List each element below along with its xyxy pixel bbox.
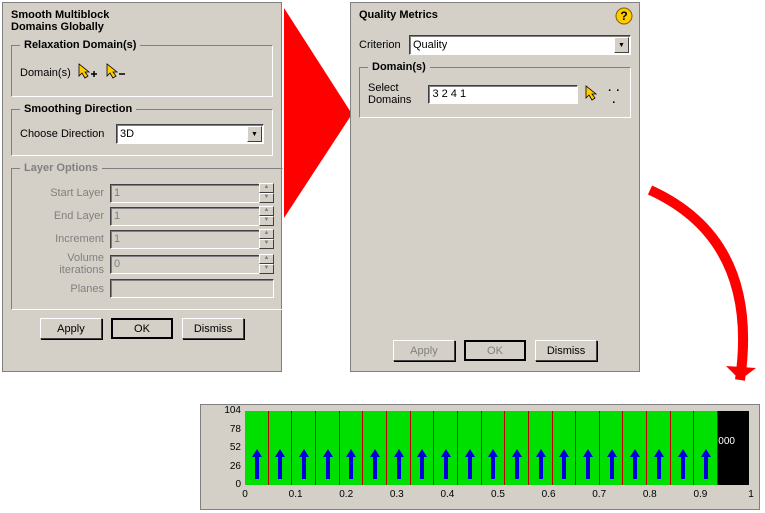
- flow-arrow-curve-icon: [640, 180, 765, 410]
- help-icon[interactable]: ?: [615, 7, 633, 28]
- bar-arrow-icon: [607, 449, 617, 479]
- x-tick: 0.7: [592, 489, 606, 500]
- y-tick: 0: [211, 479, 241, 490]
- smooth-multiblock-panel: Smooth Multiblock Domains Globally Relax…: [2, 2, 282, 372]
- x-tick: 1: [748, 489, 754, 500]
- smoothing-direction-group: Smoothing Direction Choose Direction 3D …: [11, 103, 273, 156]
- dismiss-button[interactable]: Dismiss: [182, 318, 244, 339]
- choose-direction-label: Choose Direction: [20, 128, 116, 140]
- increment-spin: ▲▼: [259, 229, 274, 249]
- x-tick: 0.2: [339, 489, 353, 500]
- panel-title: Smooth Multiblock Domains Globally: [11, 9, 273, 33]
- bar-arrow-icon: [488, 449, 498, 479]
- layer-options-legend: Layer Options: [20, 162, 102, 174]
- relaxation-legend: Relaxation Domain(s): [20, 39, 140, 51]
- domains-label: Domain(s): [20, 67, 71, 79]
- layer-options-group: Layer Options Start Layer ▲▼ End Layer ▲…: [11, 162, 283, 310]
- y-tick: 104: [211, 405, 241, 416]
- smoothing-legend: Smoothing Direction: [20, 103, 136, 115]
- x-tick: 0.4: [440, 489, 454, 500]
- svg-text:?: ?: [620, 9, 627, 23]
- bar-arrow-icon: [536, 449, 546, 479]
- bar-arrow-icon: [417, 449, 427, 479]
- bar-arrow-icon: [559, 449, 569, 479]
- bar-arrow-icon: [465, 449, 475, 479]
- end-layer-spin: ▲▼: [259, 206, 274, 226]
- quality-metrics-panel: Quality Metrics ? Criterion Quality ▼ Do…: [350, 2, 640, 372]
- bar-arrow-icon: [441, 449, 451, 479]
- bar-arrow-icon: [583, 449, 593, 479]
- x-tick: 0.5: [491, 489, 505, 500]
- cursor-remove-icon[interactable]: [105, 62, 127, 83]
- vol-iter-label: Volume iterations: [20, 252, 110, 276]
- y-tick: 52: [211, 442, 241, 453]
- direction-select[interactable]: 3D ▼: [116, 124, 264, 144]
- cursor-pick-icon[interactable]: [584, 84, 604, 105]
- more-button[interactable]: . . .: [606, 82, 622, 106]
- relaxation-domains-group: Relaxation Domain(s) Domain(s): [11, 39, 273, 97]
- bar-arrow-icon: [630, 449, 640, 479]
- criterion-label: Criterion: [359, 39, 409, 51]
- x-tick: 0.3: [390, 489, 404, 500]
- bar-arrow-icon: [299, 449, 309, 479]
- chevron-down-icon[interactable]: ▼: [614, 37, 629, 53]
- planes-label: Planes: [20, 283, 110, 295]
- end-layer-field: [110, 207, 260, 226]
- vol-iter-field: [110, 255, 260, 274]
- bar-arrow-icon: [252, 449, 262, 479]
- y-tick: 26: [211, 461, 241, 472]
- planes-field: [110, 279, 274, 298]
- right-button-row: Apply OK Dismiss: [351, 340, 639, 361]
- criterion-select[interactable]: Quality ▼: [409, 35, 631, 55]
- apply-button: Apply: [393, 340, 455, 361]
- select-domains-field[interactable]: [428, 85, 578, 104]
- bar-arrow-icon: [512, 449, 522, 479]
- chart-plot-area: Num = 322000 Min = 0 Max = 1: [245, 411, 749, 485]
- bar-arrow-icon: [678, 449, 688, 479]
- panel-title: Quality Metrics: [359, 9, 631, 21]
- start-layer-field: [110, 184, 260, 203]
- domains-group: Domain(s) Select Domains . . .: [359, 61, 631, 118]
- apply-button[interactable]: Apply: [40, 318, 102, 339]
- bar-arrow-icon: [701, 449, 711, 479]
- flow-arrow-right-icon: [280, 4, 356, 224]
- bar-arrow-icon: [370, 449, 380, 479]
- bar-arrow-icon: [346, 449, 356, 479]
- start-layer-label: Start Layer: [20, 187, 110, 199]
- x-tick: 0.8: [643, 489, 657, 500]
- ok-button[interactable]: OK: [111, 318, 173, 339]
- x-tick: 0.6: [542, 489, 556, 500]
- bar-arrow-icon: [394, 449, 404, 479]
- vol-iter-spin: ▲▼: [259, 254, 274, 274]
- increment-field: [110, 230, 260, 249]
- bar-arrow-icon: [654, 449, 664, 479]
- bar-arrow-icon: [323, 449, 333, 479]
- start-layer-spin: ▲▼: [259, 183, 274, 203]
- y-tick: 78: [211, 424, 241, 435]
- x-tick: 0.9: [693, 489, 707, 500]
- left-button-row: Apply OK Dismiss: [11, 318, 273, 339]
- cursor-add-icon[interactable]: [77, 62, 99, 83]
- increment-label: Increment: [20, 233, 110, 245]
- x-tick: 0.1: [289, 489, 303, 500]
- select-domains-label: Select Domains: [368, 82, 428, 106]
- end-layer-label: End Layer: [20, 210, 110, 222]
- bar-arrow-icon: [275, 449, 285, 479]
- ok-button: OK: [464, 340, 526, 361]
- domains-legend: Domain(s): [368, 61, 430, 73]
- dismiss-button[interactable]: Dismiss: [535, 340, 597, 361]
- x-tick: 0: [242, 489, 248, 500]
- chevron-down-icon[interactable]: ▼: [247, 126, 262, 142]
- histogram-chart: Num = 322000 Min = 0 Max = 1 0 26 52 78 104 0…: [200, 404, 760, 510]
